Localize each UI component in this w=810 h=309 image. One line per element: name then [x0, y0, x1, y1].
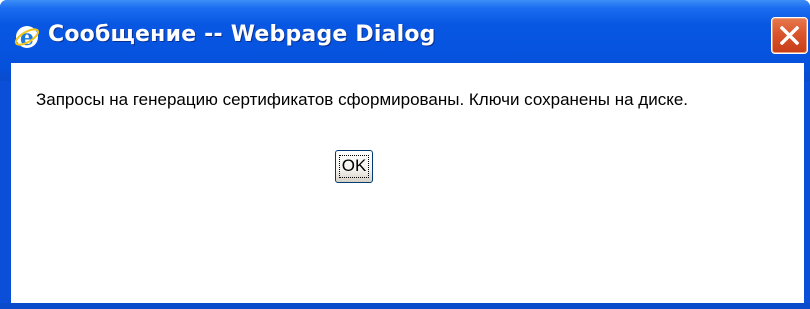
close-icon	[780, 26, 799, 45]
dialog-body: Запросы на генерацию сертификатов сформи…	[11, 63, 804, 303]
message-text: Запросы на генерацию сертификатов сформи…	[35, 90, 689, 109]
window-bottom-border	[0, 303, 810, 309]
dialog-window: e Сообщение -- Webpage Dialog Запросы на…	[0, 0, 810, 309]
internet-explorer-icon: e	[14, 24, 40, 51]
close-button[interactable]	[771, 17, 808, 54]
window-title: Сообщение -- Webpage Dialog	[48, 22, 436, 47]
ok-button[interactable]: OK	[335, 150, 373, 183]
ok-button-label: OK	[341, 156, 367, 175]
